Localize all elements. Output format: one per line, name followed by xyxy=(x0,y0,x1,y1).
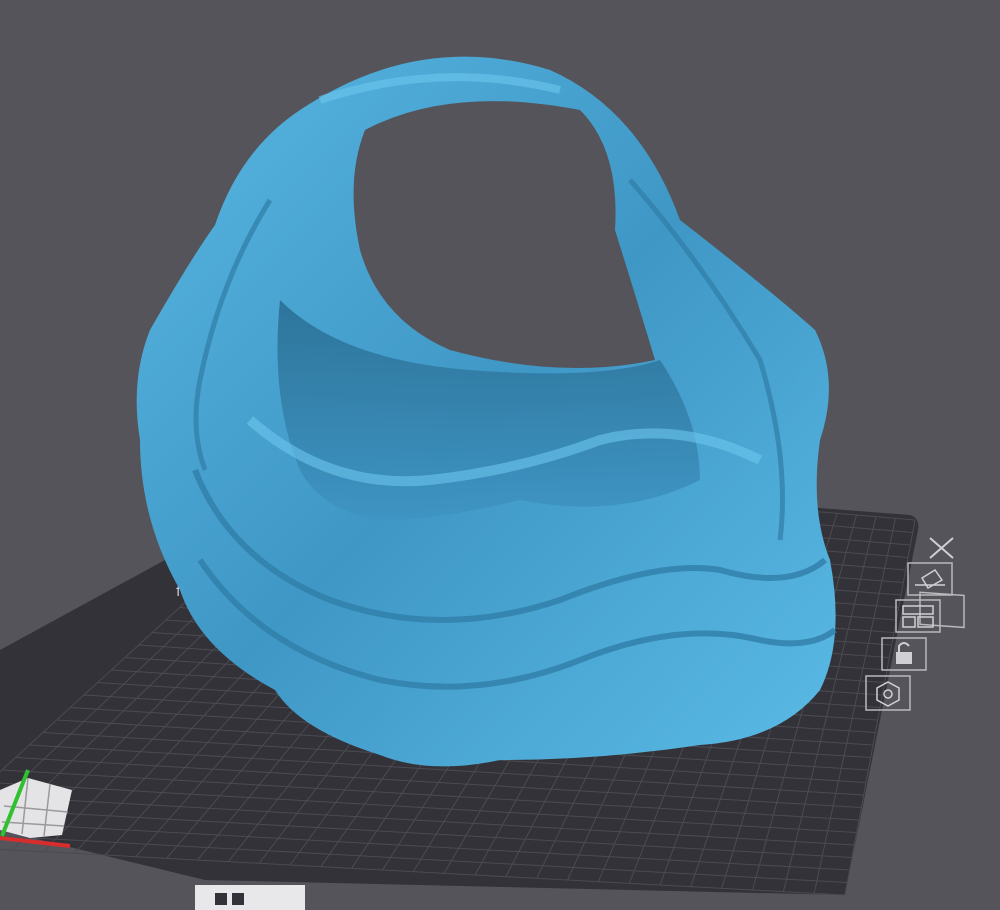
auto-orient-icon[interactable] xyxy=(907,562,953,596)
scene[interactable]: fa xyxy=(0,0,1000,910)
model-basket[interactable] xyxy=(136,56,837,767)
3d-viewport[interactable]: fa xyxy=(0,0,1000,910)
plate-name-label[interactable] xyxy=(195,885,305,910)
